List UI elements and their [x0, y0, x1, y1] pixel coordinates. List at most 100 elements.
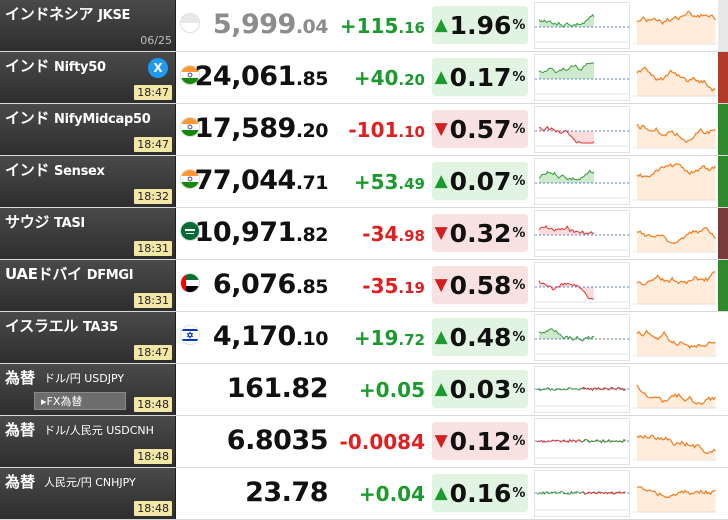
fx-link-button[interactable]: ▸ FX為替: [34, 392, 126, 410]
instrument-label: サウジ TASI: [5, 211, 85, 232]
country-label: イスラエル: [5, 317, 79, 335]
change-decimal: .16: [398, 19, 425, 37]
market-row[interactable]: 為替 人民元/円 CNHJPY 18:48 23.78 +0.04 ▲ 0.16%: [0, 468, 728, 520]
fx-pair-label: ドル/円 USDJPY: [44, 372, 125, 385]
yearly-chart[interactable]: [633, 158, 717, 206]
yearly-chart[interactable]: [633, 106, 717, 154]
fx-tag: 為替: [5, 473, 36, 491]
change-decimal: .72: [398, 331, 425, 349]
intraday-chart[interactable]: [534, 54, 630, 101]
instrument-label: インド Sensex: [5, 159, 105, 180]
yearly-chart[interactable]: [633, 262, 717, 310]
percent-value: 1.96: [449, 10, 512, 40]
intraday-chart[interactable]: [534, 366, 630, 413]
fx-link-label: FX為替: [46, 395, 83, 408]
country-label: インド: [5, 57, 50, 75]
update-time: 18:48: [134, 449, 172, 464]
instrument-name-cell[interactable]: 為替 ドル/人民元 USDCNH 18:48: [0, 416, 176, 467]
intraday-chart[interactable]: [534, 314, 630, 361]
percent-change-badge: ▲ 0.07%: [432, 162, 528, 200]
price-value: 23.78: [245, 477, 328, 508]
triangle-down-icon: ▼: [434, 431, 448, 451]
triangle-down-icon: ▼: [434, 223, 448, 243]
intraday-chart[interactable]: [534, 210, 630, 257]
percent-value: 0.07: [449, 166, 512, 196]
market-row[interactable]: インド NifyMidcap50 18:47 17,589.20 -101.10 ▼ 0.…: [0, 104, 728, 156]
change-integer: +0.05: [358, 378, 425, 402]
market-row[interactable]: サウジ TASI 18:31 10,971.82 -34.98 ▼ 0.32%: [0, 208, 728, 260]
intraday-chart[interactable]: [534, 158, 630, 205]
trend-side-bar: [718, 52, 728, 103]
intraday-chart[interactable]: [534, 262, 630, 309]
update-time: 18:47: [134, 137, 172, 152]
triangle-up-icon: ▲: [434, 483, 448, 503]
price-integer: 161.82: [226, 373, 329, 404]
triangle-up-icon: ▲: [434, 67, 448, 87]
change-decimal: .19: [398, 279, 425, 297]
update-time: 18:47: [134, 85, 172, 100]
trend-side-bar: [718, 416, 728, 467]
change-integer: +0.04: [358, 482, 425, 506]
yearly-chart[interactable]: [633, 470, 717, 518]
instrument-name-cell[interactable]: サウジ TASI 18:31: [0, 208, 176, 259]
percent-change-badge: ▲ 0.03%: [432, 370, 528, 408]
change-integer: +40: [353, 66, 399, 90]
market-row[interactable]: 為替 ドル/円 USDJPY ▸ FX為替 18:48 161.82 +0.05 ▲ 0.03…: [0, 364, 728, 416]
yearly-chart[interactable]: [633, 366, 717, 414]
update-time: 18:31: [134, 293, 172, 308]
intraday-chart[interactable]: [534, 418, 630, 465]
update-time: 18:32: [134, 189, 172, 204]
instrument-name-cell[interactable]: インド NifyMidcap50 18:47: [0, 104, 176, 155]
change-value: +115.16: [340, 14, 425, 38]
intraday-chart[interactable]: [534, 106, 630, 153]
change-decimal: .98: [398, 227, 425, 245]
yearly-chart[interactable]: [633, 2, 717, 50]
change-value: +53.49: [354, 170, 425, 194]
instrument-name-cell[interactable]: インドネシア JKSE 06/25: [0, 0, 176, 51]
change-value: +19.72: [354, 326, 425, 350]
market-row[interactable]: インド Nifty50 X 18:47 24,061.85 +40.20 ▲ 0.17%: [0, 52, 728, 104]
market-row[interactable]: インドネシア JKSE 06/25 5,999.04 +115.16 ▲ 1.96%: [0, 0, 728, 52]
x-share-icon[interactable]: X: [148, 58, 168, 78]
intraday-chart[interactable]: [534, 2, 630, 49]
instrument-label: インドネシア JKSE: [5, 3, 130, 24]
instrument-name-cell[interactable]: インド Sensex 18:32: [0, 156, 176, 207]
percent-value: 0.17: [449, 62, 512, 92]
change-decimal: .10: [398, 123, 425, 141]
change-integer: +19: [353, 326, 399, 350]
instrument-label: イスラエル TA35: [5, 315, 118, 336]
update-time: 18:48: [134, 397, 172, 412]
price-integer: 77,044: [194, 165, 297, 196]
index-label: TASI: [54, 216, 85, 231]
percent-change-badge: ▲ 0.48%: [432, 318, 528, 356]
percent-value: 0.12: [449, 426, 512, 456]
percent-value: 0.32: [449, 218, 512, 248]
yearly-chart[interactable]: [633, 314, 717, 362]
instrument-name-cell[interactable]: UAEドバイ DFMGI 18:31: [0, 260, 176, 311]
price-integer: 4,170: [212, 321, 296, 352]
instrument-name-cell[interactable]: イスラエル TA35 18:47: [0, 312, 176, 363]
yearly-chart[interactable]: [633, 418, 717, 466]
market-row[interactable]: イスラエル TA35 18:47 4,170.10 +19.72 ▲ 0.48%: [0, 312, 728, 364]
yearly-chart[interactable]: [633, 54, 717, 102]
percent-sign: %: [512, 329, 526, 345]
market-row[interactable]: UAEドバイ DFMGI 18:31 6,076.85 -35.19 ▼ 0.58%: [0, 260, 728, 312]
country-label: インド: [5, 161, 50, 179]
change-value: -35.19: [362, 274, 425, 298]
price-value: 6.8035: [227, 425, 329, 456]
market-row[interactable]: 為替 ドル/人民元 USDCNH 18:48 6.8035 -0.0084 ▼ 0.12%: [0, 416, 728, 468]
trend-side-bar: [718, 208, 728, 259]
change-integer: +115: [339, 14, 399, 38]
market-row[interactable]: インド Sensex 18:32 77,044.71 +53.49 ▲ 0.07%: [0, 156, 728, 208]
percent-sign: %: [512, 225, 526, 241]
change-value: +0.04: [359, 482, 425, 506]
trend-side-bar: [718, 312, 728, 363]
instrument-name-cell[interactable]: インド Nifty50 X 18:47: [0, 52, 176, 103]
update-time: 18:48: [134, 501, 172, 516]
instrument-name-cell[interactable]: 為替 人民元/円 CNHJPY 18:48: [0, 468, 176, 519]
price-value: 6,076.85: [213, 269, 329, 300]
instrument-name-cell[interactable]: 為替 ドル/円 USDJPY ▸ FX為替 18:48: [0, 364, 176, 415]
percent-sign: %: [512, 277, 526, 293]
yearly-chart[interactable]: [633, 210, 717, 258]
intraday-chart[interactable]: [534, 470, 630, 517]
